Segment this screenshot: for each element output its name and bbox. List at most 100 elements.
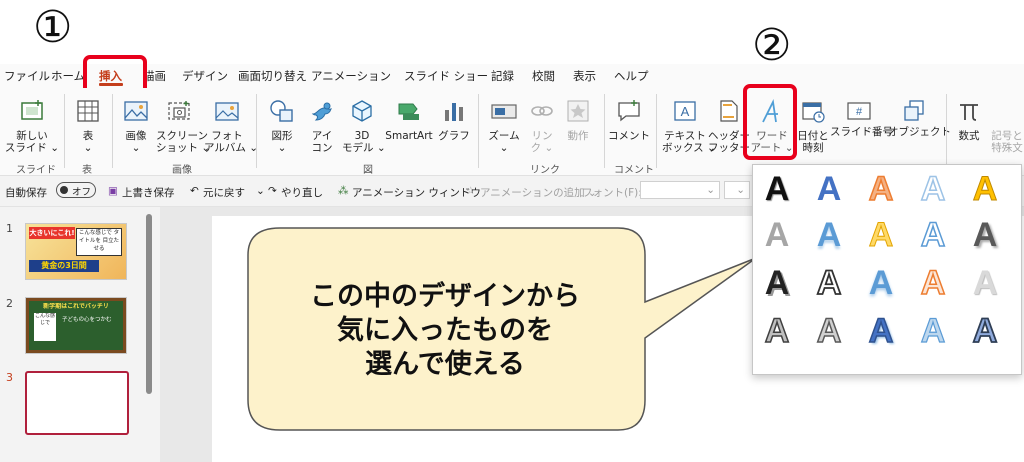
- link-label-2: ク ⌄: [530, 142, 554, 154]
- wordart-style-4[interactable]: A: [915, 169, 951, 209]
- tab-review[interactable]: 校閲: [532, 68, 555, 84]
- object-icon: [904, 100, 924, 121]
- icons-label-1: アイ: [311, 130, 333, 142]
- save-icon[interactable]: ▣: [108, 185, 118, 197]
- slide-number-3: 3: [6, 371, 13, 384]
- thumb2-textbox: こんな感じで: [34, 313, 56, 341]
- photo-album-label-1: フォト: [211, 130, 243, 142]
- screenshot-icon: [168, 101, 190, 120]
- wordart-style-1[interactable]: A: [759, 169, 795, 209]
- tab-animations[interactable]: アニメーション: [311, 68, 391, 84]
- chart-button[interactable]: グラフ: [436, 94, 472, 158]
- autosave-toggle[interactable]: オフ: [56, 182, 96, 198]
- tab-record[interactable]: 記録: [491, 68, 514, 84]
- table-label: 表: [82, 130, 94, 142]
- chart-icon: [445, 103, 463, 121]
- new-slide-icon: [21, 100, 43, 120]
- date-time-label-1: 日付と: [797, 130, 829, 142]
- wordart-style-7[interactable]: A: [811, 215, 847, 255]
- zoom-dropdown: ⌄: [499, 142, 509, 154]
- wordart-style-16[interactable]: A: [759, 311, 795, 351]
- wordart-style-12[interactable]: A: [811, 263, 847, 303]
- redo-button[interactable]: やり直し: [281, 185, 323, 200]
- comment-icon: [618, 100, 640, 122]
- undo-button[interactable]: 元に戻す: [203, 185, 245, 200]
- font-label: フォント(F):: [582, 187, 642, 199]
- object-button[interactable]: オブジェクト: [888, 94, 951, 158]
- action-button[interactable]: 動作: [560, 94, 596, 158]
- svg-text:#: #: [856, 106, 863, 118]
- photo-album-icon: [215, 102, 239, 121]
- symbol-button[interactable]: 記号と 特殊文: [990, 94, 1024, 158]
- wordart-style-6[interactable]: A: [759, 215, 795, 255]
- slide-thumbnail-3-selected[interactable]: [25, 371, 129, 435]
- wordart-style-9[interactable]: A: [915, 215, 951, 255]
- equation-button[interactable]: 数式: [950, 94, 988, 158]
- textbox-button[interactable]: A テキスト ボックス ⌄: [662, 94, 716, 158]
- wordart-style-8[interactable]: A: [863, 215, 899, 255]
- wordart-style-5[interactable]: A: [967, 169, 1003, 209]
- group-label-tables: 表: [82, 165, 92, 176]
- screenshot-label-2: ショット ⌄: [156, 142, 211, 154]
- thumb1-banner: 大きいにこれ!: [29, 227, 75, 239]
- shapes-dropdown: ⌄: [277, 142, 287, 154]
- tab-help[interactable]: ヘルプ: [614, 68, 649, 84]
- wordart-style-20[interactable]: A: [967, 311, 1003, 351]
- wordart-style-11[interactable]: A: [759, 263, 795, 303]
- smartart-button[interactable]: SmartArt: [382, 94, 436, 158]
- new-slide-button[interactable]: 新しい スライド ⌄: [4, 94, 60, 158]
- shapes-button[interactable]: 図形 ⌄: [262, 94, 302, 158]
- image-dropdown: ⌄: [131, 142, 141, 154]
- 3d-models-button[interactable]: 3D モデル ⌄: [342, 94, 386, 158]
- font-name-select[interactable]: ⌄: [640, 181, 720, 199]
- tab-view[interactable]: 表示: [573, 68, 596, 84]
- font-size-select[interactable]: ⌄: [724, 181, 750, 199]
- slide-number-1: 1: [6, 222, 13, 235]
- wordart-style-13[interactable]: A: [863, 263, 899, 303]
- image-button[interactable]: 画像 ⌄: [116, 94, 156, 158]
- callout-line-1: この中のデザインから: [310, 281, 580, 312]
- screenshot-label-1: スクリーン: [156, 130, 208, 142]
- action-label: 動作: [567, 130, 589, 142]
- slide-thumbnail-1[interactable]: 大きいにこれ! こんな感じで タイトルを 目立たせる 黄金の3日間: [25, 223, 127, 280]
- chart-label: グラフ: [438, 130, 470, 142]
- wordart-style-3[interactable]: A: [863, 169, 899, 209]
- add-animation-button[interactable]: アニメーションの追加 ⌄: [480, 185, 597, 200]
- wordart-style-14[interactable]: A: [915, 263, 951, 303]
- group-label-comments: コメント: [614, 165, 654, 176]
- action-icon: [567, 100, 589, 122]
- link-button[interactable]: リンク ⌄: [524, 94, 560, 158]
- date-time-button[interactable]: 日付と 時刻: [796, 94, 830, 158]
- link-label-1: リン: [531, 130, 553, 142]
- wordart-style-2[interactable]: A: [811, 169, 847, 209]
- slide-thumbnail-2[interactable]: 新学期はこれでバッチリ こんな感じで 子どもの心をつかむ: [25, 297, 127, 354]
- wordart-style-19[interactable]: A: [915, 311, 951, 351]
- screenshot-button[interactable]: スクリーン ショット ⌄: [156, 94, 211, 158]
- animation-window-icon: ⁂: [338, 185, 349, 197]
- slide-number-button[interactable]: # スライド番号: [830, 94, 893, 158]
- tab-file[interactable]: ファイル: [4, 68, 50, 84]
- wordart-style-18[interactable]: A: [863, 311, 899, 351]
- zoom-icon: [491, 104, 517, 119]
- thumb1-bottom-title: 黄金の3日間: [29, 260, 99, 272]
- icons-label-2: コン: [311, 142, 333, 154]
- tab-home[interactable]: ホーム: [51, 68, 85, 84]
- undo-dropdown[interactable]: ⌄: [256, 185, 265, 197]
- photo-album-button[interactable]: フォト アルバム ⌄: [204, 94, 258, 158]
- slide-number-label: スライド番号: [830, 126, 893, 138]
- tab-transitions[interactable]: 画面切り替え: [238, 68, 307, 84]
- zoom-button[interactable]: ズーム ⌄: [484, 94, 524, 158]
- comment-button[interactable]: コメント: [608, 94, 650, 158]
- overwrite-save-button[interactable]: 上書き保存: [122, 185, 175, 200]
- wordart-style-10[interactable]: A: [967, 215, 1003, 255]
- tab-design[interactable]: デザイン: [182, 68, 228, 84]
- wordart-style-15[interactable]: A: [967, 263, 1003, 303]
- thumbnail-scrollbar[interactable]: [146, 214, 152, 394]
- icons-button[interactable]: アイ コン: [302, 94, 342, 158]
- tab-slideshow[interactable]: スライド ショー: [404, 68, 488, 84]
- header-footer-button[interactable]: ヘッダー フッター: [708, 94, 750, 158]
- animation-window-button[interactable]: アニメーション ウィンドウ: [352, 185, 481, 200]
- comment-label: コメント: [608, 130, 650, 142]
- table-button[interactable]: 表 ⌄: [68, 94, 108, 158]
- wordart-style-17[interactable]: A: [811, 311, 847, 351]
